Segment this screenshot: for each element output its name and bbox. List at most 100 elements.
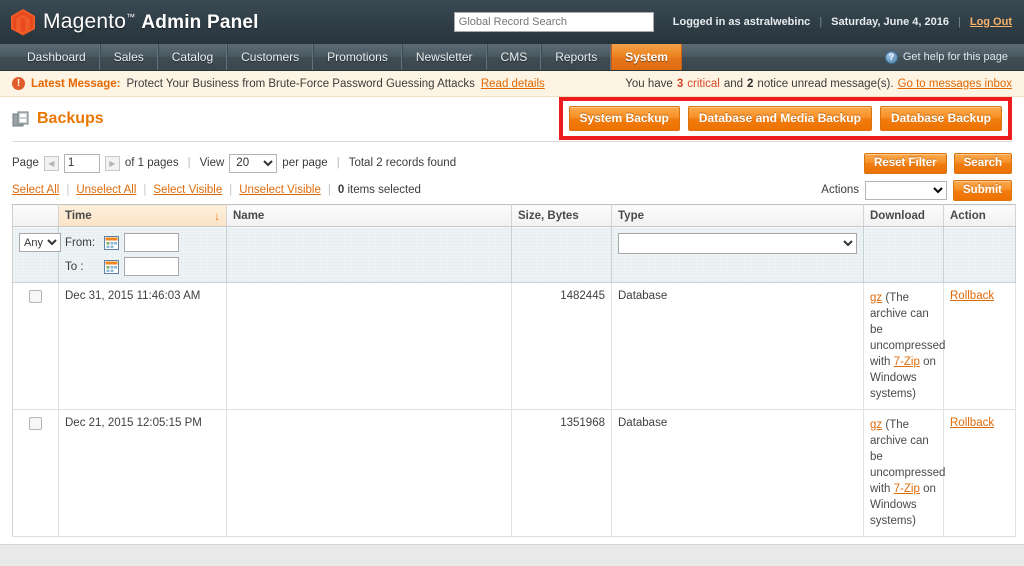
checkbox-filter-select[interactable]: Any	[19, 233, 61, 252]
column-header-time[interactable]: Time ↓	[58, 204, 227, 227]
nav-item-promotions[interactable]: Promotions	[313, 44, 402, 70]
get-help-link[interactable]: ? Get help for this page	[884, 44, 1024, 70]
page-number-input[interactable]	[63, 153, 100, 173]
unselect-all-link[interactable]: Unselect All	[76, 184, 136, 196]
latest-message-group: ! Latest Message: Protect Your Business …	[12, 77, 545, 90]
notice-text: notice unread message(s).	[757, 77, 894, 90]
selection-separator-1: |	[66, 184, 70, 196]
row-checkbox-cell	[12, 282, 59, 410]
submit-button[interactable]: Submit	[953, 179, 1012, 201]
app-header: Magento™ Admin Panel Logged in as astral…	[0, 0, 1024, 44]
type-filter-select[interactable]	[618, 233, 857, 254]
system-backup-button[interactable]: System Backup	[568, 105, 680, 131]
question-mark-icon: ?	[884, 50, 898, 64]
messages-inbox-link[interactable]: Go to messages inbox	[898, 78, 1012, 90]
column-header-size[interactable]: Size, Bytes	[511, 204, 612, 227]
nav-item-newsletter[interactable]: Newsletter	[401, 44, 487, 70]
download-gz-link[interactable]: gz	[870, 419, 882, 431]
current-date-label: Saturday, June 4, 2016	[831, 16, 949, 28]
select-visible-link[interactable]: Select Visible	[153, 184, 222, 196]
filter-to-date-input[interactable]	[124, 257, 179, 276]
table-row[interactable]: Dec 31, 2015 11:46:03 AM 1482445 Databas…	[12, 282, 1016, 410]
nav-item-dashboard[interactable]: Dashboard	[14, 44, 100, 70]
and-word: and	[723, 77, 744, 90]
filter-from-date-input[interactable]	[124, 233, 179, 252]
rollback-link[interactable]: Rollback	[950, 417, 994, 429]
unselect-visible-link[interactable]: Unselect Visible	[239, 184, 321, 196]
select-all-link[interactable]: Select All	[12, 184, 59, 196]
global-search-input[interactable]	[453, 12, 654, 32]
unread-prefix: You have	[625, 77, 673, 90]
nav-item-customers[interactable]: Customers	[227, 44, 314, 70]
sort-descending-icon: ↓	[214, 208, 220, 223]
logout-link[interactable]: Log Out	[970, 16, 1012, 28]
nav-item-system[interactable]: System	[611, 44, 682, 70]
seven-zip-link[interactable]: 7-Zip	[894, 356, 920, 368]
nav-item-reports[interactable]: Reports	[541, 44, 612, 70]
column-header-action: Action	[943, 204, 1016, 227]
filter-cell-checkbox: Any	[12, 226, 61, 283]
calendar-icon[interactable]	[104, 259, 119, 274]
latest-message-label: Latest Message:	[31, 77, 121, 90]
column-header-download: Download	[863, 204, 944, 227]
search-button[interactable]: Search	[953, 152, 1012, 174]
rollback-link[interactable]: Rollback	[950, 290, 994, 302]
unread-messages-group: You have 3 critical and 2 notice unread …	[625, 78, 1012, 90]
nav-item-catalog[interactable]: Catalog	[157, 44, 228, 70]
seven-zip-link[interactable]: 7-Zip	[894, 483, 920, 495]
magento-logo[interactable]: Magento™ Admin Panel	[10, 8, 259, 36]
chevron-right-icon[interactable]: ▶	[104, 155, 120, 171]
calendar-icon[interactable]	[104, 235, 119, 250]
title-divider	[12, 141, 1012, 142]
row-size-cell: 1482445	[511, 282, 612, 410]
filter-cell-time: From: To:	[58, 226, 227, 283]
nav-items: Dashboard Sales Catalog Customers Promot…	[0, 44, 682, 70]
per-page-select[interactable]: 20	[229, 153, 278, 173]
filter-cell-size	[511, 226, 612, 283]
table-filter-row: Any From: To:	[12, 226, 1016, 283]
logo-subtitle: Admin Panel	[141, 12, 259, 33]
toolbar-separator-1: |	[187, 157, 191, 169]
main-navigation: Dashboard Sales Catalog Customers Promot…	[0, 44, 1024, 71]
table-row[interactable]: Dec 21, 2015 12:05:15 PM 1351968 Databas…	[12, 409, 1016, 537]
chevron-left-icon[interactable]: ◀	[43, 155, 59, 171]
admin-page: Magento™ Admin Panel Logged in as astral…	[0, 0, 1024, 566]
reset-filter-button[interactable]: Reset Filter	[864, 152, 947, 174]
items-selected-count: 0 items selected	[338, 184, 421, 196]
logged-in-label: Logged in as astralwebinc	[672, 16, 811, 28]
row-download-cell: gz (The archive can be uncompressed with…	[863, 409, 945, 537]
filter-cell-type	[611, 226, 864, 283]
magento-logo-icon	[11, 9, 35, 36]
row-name-cell	[226, 282, 512, 410]
row-name-cell	[226, 409, 512, 537]
column-header-name[interactable]: Name	[226, 204, 512, 227]
critical-count: 3	[676, 77, 684, 90]
latest-message-bar: ! Latest Message: Protect Your Business …	[0, 71, 1024, 97]
per-page-label: per page	[282, 157, 328, 169]
from-label: From:	[65, 236, 96, 249]
content-area: Backups System Backup Database and Media…	[0, 96, 1024, 537]
grid-pager-toolbar: Page ◀ ▶ of 1 pages | View 20 per page |…	[12, 149, 1012, 177]
items-selected-number: 0	[337, 184, 345, 196]
selection-toolbar: Select All | Unselect All | Select Visib…	[12, 177, 1012, 201]
nav-item-sales[interactable]: Sales	[99, 44, 158, 70]
row-time-cell: Dec 21, 2015 12:05:15 PM	[58, 409, 227, 537]
database-and-media-backup-button[interactable]: Database and Media Backup	[687, 105, 872, 131]
row-checkbox[interactable]	[29, 290, 42, 303]
database-backup-button[interactable]: Database Backup	[879, 105, 1002, 131]
backups-table: Time ↓ Name Size, Bytes Type Download Ac…	[12, 204, 1016, 537]
read-details-link[interactable]: Read details	[481, 78, 545, 90]
row-type-cell: Database	[611, 409, 864, 537]
footer-strip	[0, 544, 1024, 566]
column-header-type[interactable]: Type	[611, 204, 864, 227]
row-action-cell: Rollback	[943, 409, 1016, 537]
header-separator-1: |	[819, 16, 823, 28]
actions-select[interactable]	[865, 180, 948, 200]
to-label: To :	[65, 260, 84, 273]
download-gz-link[interactable]: gz	[870, 292, 882, 304]
latest-message-text: Protect Your Business from Brute-Force P…	[126, 77, 475, 90]
filter-cell-download	[863, 226, 944, 283]
nav-item-cms[interactable]: CMS	[486, 44, 542, 70]
row-checkbox[interactable]	[29, 417, 42, 430]
total-records-label: Total 2 records found	[348, 157, 457, 169]
